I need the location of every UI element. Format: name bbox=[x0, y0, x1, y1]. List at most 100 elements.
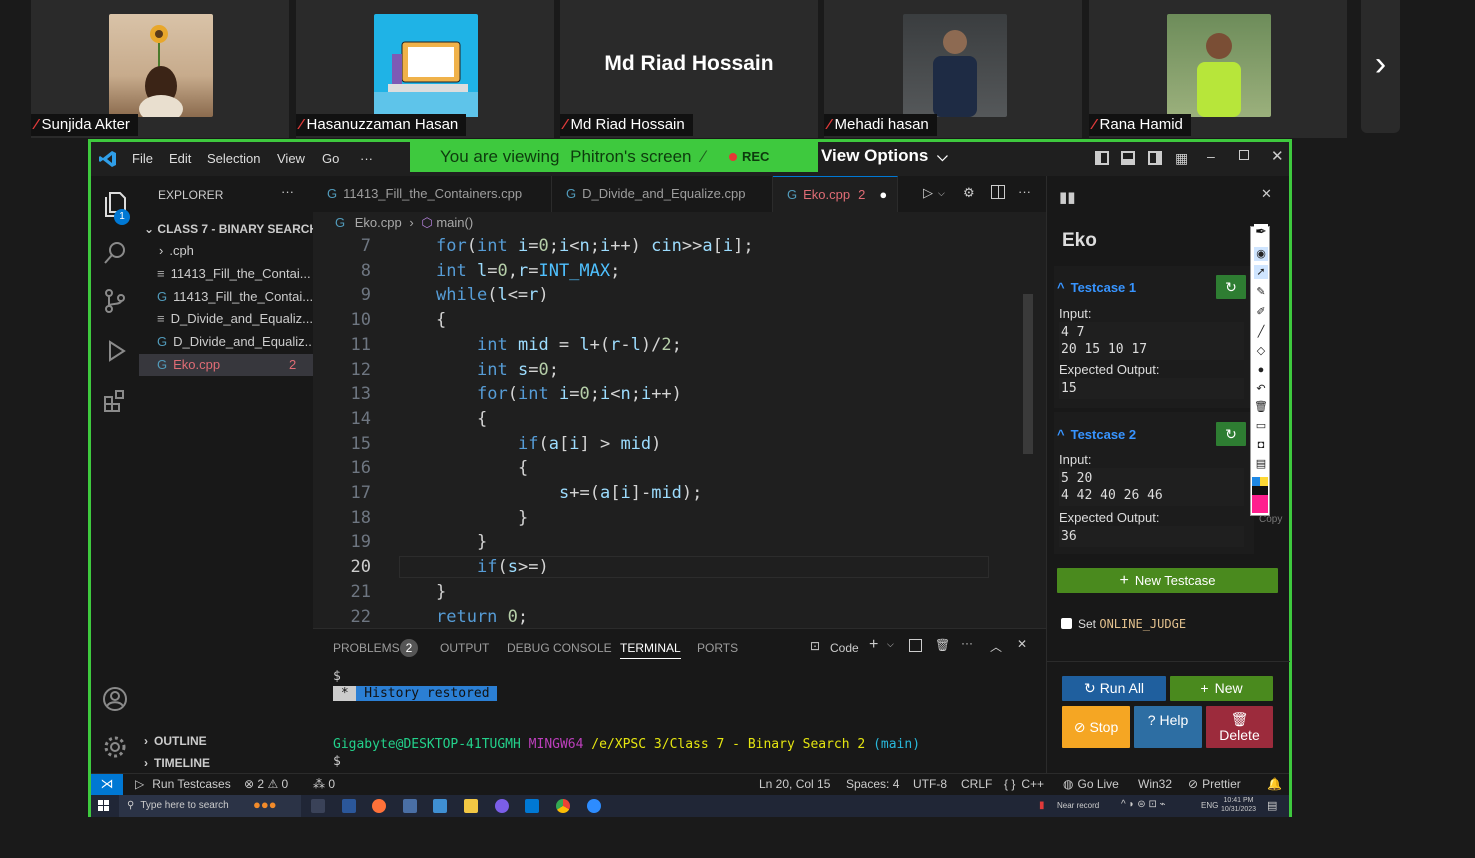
terminal-profile-label[interactable]: Code bbox=[830, 641, 859, 655]
pointer-arrow-icon[interactable]: ➚ bbox=[1254, 265, 1268, 279]
tab-eko[interactable]: G Eko.cpp 2 ● bbox=[773, 176, 898, 212]
discord-icon[interactable] bbox=[495, 799, 509, 813]
code-line[interactable]: int mid = l+(r-l)/2; bbox=[477, 335, 682, 355]
participant-tile[interactable]: ⁄ Mehadi hasan bbox=[824, 0, 1082, 138]
chrome-icon[interactable] bbox=[556, 799, 570, 813]
run-all-button[interactable]: ↻ Run All bbox=[1062, 676, 1166, 701]
close-window-icon[interactable]: ✕ bbox=[1271, 147, 1284, 165]
code-line[interactable]: } bbox=[518, 508, 528, 528]
extensions-icon[interactable] bbox=[101, 388, 129, 416]
tab-11413[interactable]: G 11413_Fill_the_Containers.cpp bbox=[313, 176, 552, 212]
toggle-sidebar-icon[interactable] bbox=[1095, 151, 1109, 165]
rerun-testcase-icon[interactable]: ↻ bbox=[1216, 275, 1246, 299]
file-explorer-icon[interactable] bbox=[464, 799, 478, 813]
manage-gear-icon[interactable] bbox=[101, 734, 129, 762]
explorer-item-active[interactable]: G Eko.cpp 2 bbox=[139, 354, 313, 376]
problems-status[interactable]: ⊗ 2 ⚠ 0 bbox=[244, 777, 288, 791]
code-line[interactable]: int s=0; bbox=[477, 360, 559, 380]
explorer-item[interactable]: › .cph bbox=[139, 240, 313, 262]
app-icon[interactable] bbox=[403, 799, 417, 813]
source-control-icon[interactable] bbox=[101, 288, 129, 316]
app-icon[interactable] bbox=[433, 799, 447, 813]
stop-button[interactable]: ⊘ Stop bbox=[1062, 706, 1130, 748]
breadcrumb-symbol[interactable]: main() bbox=[436, 215, 473, 230]
toggle-panel-icon[interactable] bbox=[1121, 151, 1135, 165]
settings-gear-icon[interactable]: ⚙ bbox=[963, 185, 975, 201]
tab-problems[interactable]: PROBLEMS bbox=[333, 641, 400, 655]
new-button[interactable]: + New bbox=[1170, 676, 1273, 701]
go-live[interactable]: ◍ Go Live bbox=[1063, 777, 1119, 791]
ports-status[interactable]: ⁂ 0 bbox=[313, 777, 335, 791]
workspace-folder[interactable]: ⌄ CLASS 7 - BINARY SEARCH 2 bbox=[139, 218, 313, 240]
help-button[interactable]: ? Help bbox=[1134, 706, 1202, 748]
code-line[interactable]: for(int i=0;i<n;i++) cin>>a[i]; bbox=[436, 236, 754, 256]
run-debug-icon[interactable] bbox=[101, 338, 129, 366]
trash-icon[interactable]: 🗑 bbox=[1254, 400, 1268, 414]
whiteboard-icon[interactable]: ▭ bbox=[1254, 419, 1268, 433]
next-participants-chevron-icon[interactable]: › bbox=[1361, 0, 1400, 133]
code-line[interactable]: { bbox=[436, 310, 446, 330]
input-value[interactable]: 5 20 4 42 40 26 46 bbox=[1059, 468, 1244, 506]
encoding[interactable]: UTF-8 bbox=[913, 777, 947, 791]
toggle-secondary-sidebar-icon[interactable] bbox=[1148, 151, 1162, 165]
vscode-taskbar-icon[interactable] bbox=[525, 799, 539, 813]
participant-tile[interactable]: ⁄ Hasanuzzaman Hasan bbox=[296, 0, 554, 138]
code-line[interactable]: if(a[i] > mid) bbox=[518, 434, 661, 454]
tab-debug-console[interactable]: DEBUG CONSOLE bbox=[507, 641, 612, 655]
unsaved-dot-icon[interactable]: ● bbox=[879, 187, 887, 202]
chevron-down-icon[interactable]: ⌵ bbox=[887, 639, 894, 650]
online-judge-checkbox[interactable] bbox=[1061, 618, 1072, 629]
explorer-item[interactable]: ≡ 11413_Fill_the_Contai... bbox=[139, 263, 313, 285]
maximize-panel-chevron-up-icon[interactable]: ︿ bbox=[990, 638, 1002, 655]
input-value[interactable]: 4 7 20 15 10 17 bbox=[1059, 322, 1244, 360]
task-view-icon[interactable] bbox=[311, 799, 325, 813]
zoom-icon[interactable] bbox=[587, 799, 601, 813]
rerun-testcase-icon[interactable]: ↻ bbox=[1216, 422, 1246, 446]
eye-icon[interactable]: ◉ bbox=[1254, 247, 1268, 261]
split-terminal-icon[interactable] bbox=[909, 639, 922, 652]
word-icon[interactable] bbox=[342, 799, 356, 813]
delete-button[interactable]: 🗑 Delete bbox=[1206, 706, 1273, 748]
menu-go[interactable]: Go bbox=[322, 151, 339, 166]
color-swatch-yellow[interactable] bbox=[1260, 477, 1268, 486]
explorer-item[interactable]: G 11413_Fill_the_Contai... bbox=[139, 286, 313, 308]
account-icon[interactable] bbox=[101, 686, 129, 714]
marker-icon[interactable]: ✐ bbox=[1254, 305, 1268, 319]
camera-icon[interactable]: ◘ bbox=[1254, 438, 1268, 452]
prettier[interactable]: ⊘ Prettier bbox=[1188, 777, 1241, 791]
outline-section[interactable]: › OUTLINE bbox=[139, 730, 313, 752]
firefox-icon[interactable] bbox=[372, 799, 386, 813]
code-line[interactable]: int l=0,r=INT_MAX; bbox=[436, 261, 620, 281]
windows-start-icon[interactable] bbox=[98, 800, 109, 811]
explorer-item[interactable]: ≡ D_Divide_and_Equaliz... bbox=[139, 308, 313, 330]
testcase-toggle[interactable]: ^ Testcase 2 bbox=[1057, 427, 1136, 442]
pen-off-icon[interactable]: ✎ bbox=[1254, 285, 1268, 299]
more-actions-icon[interactable]: ··· bbox=[1018, 184, 1031, 199]
menu-file[interactable]: File bbox=[132, 151, 153, 166]
menu-more[interactable]: ··· bbox=[360, 151, 373, 166]
code-line[interactable]: if(s>=) bbox=[477, 557, 549, 577]
system-tray-icons[interactable]: ^ ◗ ⊜ ⊡ ⌁ bbox=[1121, 799, 1166, 810]
menu-view[interactable]: View bbox=[277, 151, 305, 166]
breadcrumb-file[interactable]: Eko.cpp bbox=[355, 215, 402, 230]
code-line[interactable]: } bbox=[436, 582, 446, 602]
search-icon[interactable] bbox=[101, 240, 129, 268]
clipboard-icon[interactable]: ▤ bbox=[1254, 457, 1268, 471]
code-line[interactable]: { bbox=[477, 409, 487, 429]
notifications-bell-icon[interactable]: 🔔 bbox=[1267, 777, 1282, 791]
new-terminal-plus-icon[interactable]: + bbox=[869, 636, 878, 654]
indentation[interactable]: Spaces: 4 bbox=[846, 777, 899, 791]
code-line[interactable]: for(int i=0;i<n;i++) bbox=[477, 384, 682, 404]
menu-selection[interactable]: Selection bbox=[207, 151, 260, 166]
timeline-section[interactable]: › TIMELINE bbox=[139, 752, 313, 774]
clock[interactable]: 10:41 PM 10/31/2023 bbox=[1221, 796, 1256, 814]
color-swatch-black[interactable] bbox=[1252, 486, 1268, 495]
line-icon[interactable]: ╱ bbox=[1254, 325, 1268, 339]
more-actions-icon[interactable]: ··· bbox=[961, 636, 973, 650]
code-line[interactable]: } bbox=[477, 532, 487, 552]
new-testcase-button[interactable]: + New Testcase bbox=[1057, 568, 1278, 593]
participant-tile[interactable]: Md Riad Hossain ⁄ Md Riad Hossain bbox=[560, 0, 818, 138]
chevron-down-icon[interactable]: ⌵ bbox=[938, 188, 945, 199]
explorer-more-icon[interactable]: ··· bbox=[281, 184, 294, 199]
remote-window-icon[interactable]: ⋊ bbox=[91, 774, 123, 796]
